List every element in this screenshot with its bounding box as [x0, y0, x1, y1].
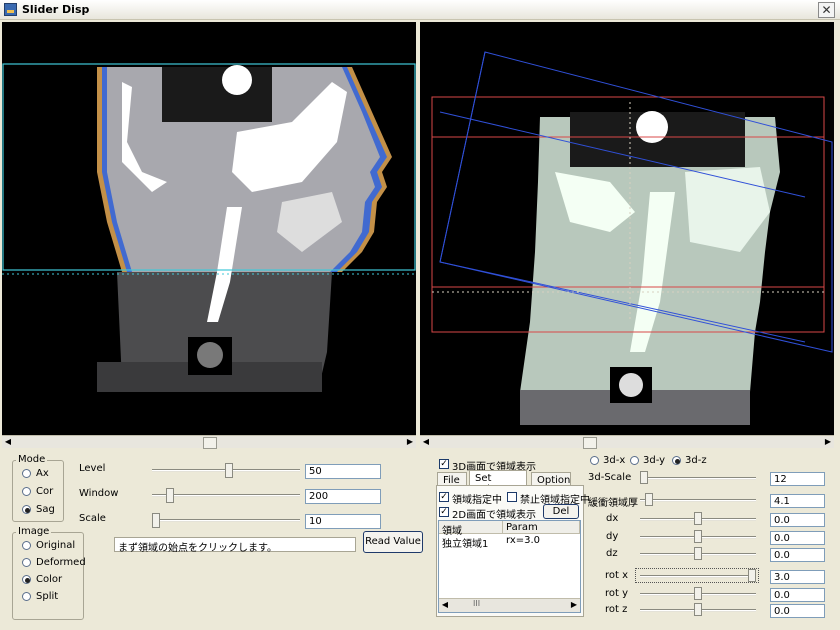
slider-thumb[interactable] [694, 530, 702, 543]
tab-0[interactable]: File [437, 472, 467, 486]
mode-group-label: Mode [16, 454, 48, 465]
tab-1[interactable]: Set Volume [469, 470, 527, 495]
slider-value-field[interactable]: 10 [305, 514, 381, 529]
view3d-radio-1[interactable] [630, 456, 639, 465]
slider-label: rot y [605, 588, 629, 599]
view3d-radio-0[interactable] [590, 456, 599, 465]
close-button[interactable]: ✕ [818, 2, 835, 18]
slider-thumb[interactable] [694, 587, 702, 600]
image-option-label: Color [36, 574, 63, 585]
scroll-left-arrow-icon[interactable]: ◀ [420, 436, 432, 448]
slider-label: 緩衝領域厚 [588, 498, 638, 509]
show-region-2d-label: 2D画面で領域表示 [452, 510, 537, 521]
view3d-option-label: 3d-z [685, 455, 707, 466]
sagittal-viewer-2d[interactable] [2, 22, 416, 435]
table-row[interactable]: 独立領域1 rx=3.0 [439, 534, 580, 550]
slider-label: rot x [605, 570, 629, 581]
window-title: Slider Disp [22, 3, 90, 16]
slider-value-field[interactable]: 3.0 [770, 570, 825, 584]
image-radio-2[interactable] [22, 575, 31, 584]
slider-label: Window [79, 488, 119, 499]
slider-thumb[interactable] [694, 512, 702, 525]
scroll-left-arrow-icon[interactable]: ◀ [439, 599, 451, 611]
slider-value-field[interactable]: 200 [305, 489, 381, 504]
slider-track[interactable] [640, 575, 756, 578]
image-option-label: Original [36, 540, 76, 551]
scroll-left-arrow-icon[interactable]: ◀ [2, 436, 14, 448]
slider-thumb[interactable] [166, 488, 174, 503]
slider-thumb[interactable] [152, 513, 160, 528]
slider-value-field[interactable]: 0.0 [770, 548, 825, 562]
slider-value-field[interactable]: 4.1 [770, 494, 825, 508]
slider-thumb[interactable] [694, 603, 702, 616]
slider-label: Scale [79, 513, 106, 524]
region-specify-label: 領域指定中 [452, 495, 502, 506]
region-specify-checkbox[interactable]: ✓ [439, 492, 449, 502]
left-scroll-thumb[interactable] [203, 437, 217, 449]
image-radio-1[interactable] [22, 558, 31, 567]
slider-label: dx [606, 513, 619, 524]
volume-image [431, 51, 833, 425]
mode-option-label: Sag [36, 504, 55, 515]
slider-label: 3d-Scale [588, 472, 632, 483]
scroll-right-arrow-icon[interactable]: ▶ [568, 599, 580, 611]
mode-radio-2[interactable] [22, 505, 31, 514]
tab-2[interactable]: Option [531, 472, 571, 486]
show-region-3d-checkbox[interactable]: ✓ [439, 459, 449, 469]
slider-value-field[interactable]: 0.0 [770, 604, 825, 618]
slider-label: rot z [605, 604, 628, 615]
table-cell-region-name: 独立領域1 [442, 539, 489, 550]
slider-label: Level [79, 463, 106, 474]
mode-option-label: Cor [36, 486, 54, 497]
table-cell-param: rx=3.0 [506, 535, 541, 546]
slider-label: dy [606, 531, 619, 542]
volume-viewer-3d[interactable] [420, 22, 834, 435]
image-radio-0[interactable] [22, 541, 31, 550]
slider-value-field[interactable]: 50 [305, 464, 381, 479]
view3d-option-label: 3d-y [643, 455, 666, 466]
slider-thumb[interactable] [748, 569, 756, 582]
slider-label: dz [606, 548, 618, 559]
status-message-field[interactable]: まず領域の始点をクリックします。 [114, 537, 356, 554]
table-scroll-grip[interactable]: III [473, 599, 480, 608]
image-group-label: Image [16, 526, 52, 537]
slider-thumb[interactable] [694, 547, 702, 560]
show-region-2d-checkbox[interactable]: ✓ [439, 507, 449, 517]
slider-thumb[interactable] [645, 493, 654, 506]
slider-track[interactable] [152, 494, 300, 497]
slider-track[interactable] [640, 477, 756, 480]
image-option-label: Split [36, 591, 59, 602]
table-header-param[interactable]: Param [503, 521, 580, 534]
slider-value-field[interactable]: 0.0 [770, 588, 825, 602]
slider-value-field[interactable]: 12 [770, 472, 825, 486]
slider-value-field[interactable]: 0.0 [770, 513, 825, 527]
sagittal-image [2, 63, 416, 392]
app-icon [4, 3, 17, 16]
right-scroll-thumb[interactable] [583, 437, 597, 449]
mode-radio-1[interactable] [22, 487, 31, 496]
mode-radio-0[interactable] [22, 469, 31, 478]
mode-option-label: Ax [36, 468, 49, 479]
forbid-region-checkbox[interactable] [507, 492, 517, 502]
view3d-radio-2[interactable] [672, 456, 681, 465]
right-viewer-scrollbar[interactable]: ◀ ▶ [420, 435, 834, 449]
scroll-right-arrow-icon[interactable]: ▶ [822, 436, 834, 448]
table-header-region[interactable]: 領域 [439, 521, 503, 537]
table-scrollbar[interactable]: ◀ III ▶ [439, 598, 580, 612]
title-bar: Slider Disp ✕ [0, 0, 840, 20]
slider-value-field[interactable]: 0.0 [770, 531, 825, 545]
view3d-option-label: 3d-x [603, 455, 626, 466]
read-value-button[interactable]: Read Value [363, 531, 423, 553]
slider-track[interactable] [152, 519, 300, 522]
close-icon: ✕ [821, 3, 832, 17]
delete-region-button[interactable]: Del [543, 504, 579, 519]
image-radio-3[interactable] [22, 592, 31, 601]
region-table[interactable]: 領域 Param 独立領域1 rx=3.0 ◀ III ▶ [438, 520, 581, 613]
slider-track[interactable] [640, 499, 756, 502]
slider-thumb[interactable] [640, 471, 648, 484]
left-viewer-scrollbar[interactable]: ◀ ▶ [2, 435, 416, 449]
image-option-label: Deformed [36, 557, 86, 568]
scroll-right-arrow-icon[interactable]: ▶ [404, 436, 416, 448]
slider-thumb[interactable] [224, 463, 233, 478]
